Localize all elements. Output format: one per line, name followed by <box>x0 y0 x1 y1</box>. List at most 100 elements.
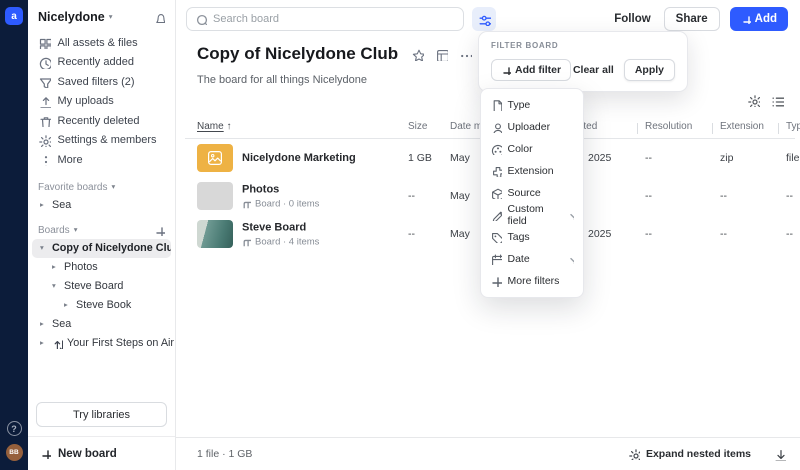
sidebar-board-steve-board[interactable]: ▾ Steve Board <box>28 277 175 296</box>
add-board-icon[interactable] <box>154 225 165 236</box>
dots-icon <box>44 155 48 166</box>
puzzle-icon <box>493 167 502 177</box>
board-label: Photos <box>64 261 98 273</box>
app-logo-icon[interactable]: a <box>5 7 23 25</box>
sidebar-item-more[interactable]: More <box>28 150 175 170</box>
cell-date-created: 2025 <box>588 152 612 164</box>
menu-item-source[interactable]: Source <box>481 182 583 204</box>
bell-icon[interactable] <box>153 11 165 23</box>
sidebar-item-my-uploads[interactable]: My uploads <box>28 92 175 112</box>
download-button[interactable] <box>773 448 786 461</box>
sliders-icon <box>479 15 491 26</box>
column-header-name[interactable]: Name ↑ <box>197 121 231 132</box>
sidebar-board-first-steps[interactable]: ▸ Your First Steps on Air <box>28 334 175 353</box>
column-header-extension[interactable]: Extension <box>720 121 764 132</box>
chevron-down-icon: ▾ <box>111 182 116 192</box>
sidebar-item-all-assets[interactable]: All assets & files <box>28 33 175 53</box>
board-label: Steve Book <box>76 299 132 311</box>
filter-panel-title: FILTER BOARD <box>491 41 559 50</box>
expand-nested-items-toggle[interactable]: Expand nested items <box>628 448 751 460</box>
help-icon[interactable]: ? <box>6 421 22 436</box>
menu-item-type[interactable]: Type <box>481 94 583 116</box>
sidebar-board-photos[interactable]: ▸ Photos <box>28 258 175 277</box>
person-icon <box>493 123 502 133</box>
cell-size: -- <box>408 228 415 240</box>
cell-size: -- <box>408 190 415 202</box>
chevron-down-icon: ▾ <box>73 225 78 235</box>
file-icon <box>493 100 502 111</box>
cell-extension: -- <box>720 228 727 240</box>
sidebar-item-recently-added[interactable]: Recently added <box>28 53 175 73</box>
star-icon[interactable] <box>411 48 425 61</box>
try-libraries-button[interactable]: Try libraries <box>36 402 167 427</box>
column-header-type[interactable]: Type <box>786 121 800 132</box>
follow-button[interactable]: Follow <box>611 13 653 25</box>
clock-icon <box>39 57 51 69</box>
footer-bar: 1 file · 1 GB Expand nested items <box>176 437 800 470</box>
cell-type: -- <box>786 228 793 240</box>
chevron-right-icon <box>570 257 574 264</box>
boards-section-header[interactable]: Boards ▾ <box>28 221 175 239</box>
section-label: Boards <box>38 224 70 236</box>
cell-date-created: 2025 <box>588 228 612 240</box>
board-settings-icon[interactable] <box>747 94 760 107</box>
chevron-right-icon <box>570 213 574 220</box>
view-options-icon[interactable] <box>771 94 784 107</box>
more-options-icon[interactable] <box>459 48 473 61</box>
search-bar[interactable] <box>186 7 464 31</box>
chevron-right-icon: ▸ <box>40 338 44 348</box>
cube-icon <box>492 188 502 199</box>
sidebar-item-label: All assets & files <box>57 36 138 49</box>
favorites-section-header[interactable]: Favorite boards ▾ <box>28 178 175 196</box>
calendar-icon <box>492 254 502 265</box>
sidebar-item-recently-deleted[interactable]: Recently deleted <box>28 111 175 131</box>
menu-item-custom-field[interactable]: Custom field <box>481 203 583 227</box>
menu-item-color[interactable]: Color <box>481 138 583 160</box>
workspace-rail: a ? BB <box>0 0 28 470</box>
add-button[interactable]: Add <box>729 7 788 31</box>
search-input[interactable] <box>213 13 455 25</box>
board-label: Copy of Nicelydone Club <box>52 242 171 254</box>
new-board-button[interactable]: New board <box>28 436 175 470</box>
share-button[interactable]: Share <box>663 7 720 31</box>
sidebar-board-steve-book[interactable]: ▸ Steve Book <box>28 296 175 315</box>
board-label: Your First Steps on Air <box>67 337 175 349</box>
sidebar-item-label: My uploads <box>57 95 114 108</box>
column-header-size[interactable]: Size <box>408 121 427 132</box>
plus-icon <box>742 16 751 24</box>
cell-extension: zip <box>720 152 734 164</box>
menu-item-tags[interactable]: Tags <box>481 226 583 248</box>
gear-icon <box>39 135 51 147</box>
plus-icon <box>492 277 502 287</box>
filter-menu: Type Uploader Color Extension Source Cus… <box>480 88 584 298</box>
sidebar-board-sea[interactable]: ▸ Sea <box>28 315 175 334</box>
avatar[interactable]: BB <box>5 444 23 461</box>
chevron-right-icon: ▸ <box>40 200 44 210</box>
board-thumbnail <box>197 220 233 248</box>
clear-all-button[interactable]: Clear all <box>573 64 614 76</box>
menu-item-extension[interactable]: Extension <box>481 160 583 182</box>
pencil-icon <box>492 211 502 221</box>
filter-toggle-button[interactable] <box>472 7 496 31</box>
sidebar-board-sea-favorite[interactable]: ▸ Sea <box>28 196 175 215</box>
sidebar-item-saved-filters[interactable]: Saved filters (2) <box>28 72 175 92</box>
add-filter-button[interactable]: Add filter <box>491 59 572 81</box>
cell-resolution: -- <box>645 190 652 202</box>
image-icon <box>208 151 222 165</box>
column-header-resolution[interactable]: Resolution <box>645 121 692 132</box>
menu-item-uploader[interactable]: Uploader <box>481 116 583 138</box>
column-divider <box>712 123 713 134</box>
menu-item-date[interactable]: Date <box>481 248 583 270</box>
menu-item-more-filters[interactable]: More filters <box>481 270 583 292</box>
sidebar-item-label: More <box>57 153 83 166</box>
sidebar-item-settings-members[interactable]: Settings & members <box>28 131 175 151</box>
views-icon[interactable] <box>435 48 449 61</box>
cell-resolution: -- <box>645 228 652 240</box>
sidebar-board-copy-of-nicelydone-club[interactable]: ▾ Copy of Nicelydone Club <box>32 238 171 258</box>
workspace-switcher[interactable]: Nicelydone ▾ <box>28 8 175 33</box>
sidebar-item-label: Recently deleted <box>57 114 140 127</box>
cell-date-modified: May <box>450 190 470 202</box>
apply-button[interactable]: Apply <box>623 59 675 81</box>
board-thumbnail <box>197 182 233 210</box>
funnel-icon <box>39 77 51 88</box>
